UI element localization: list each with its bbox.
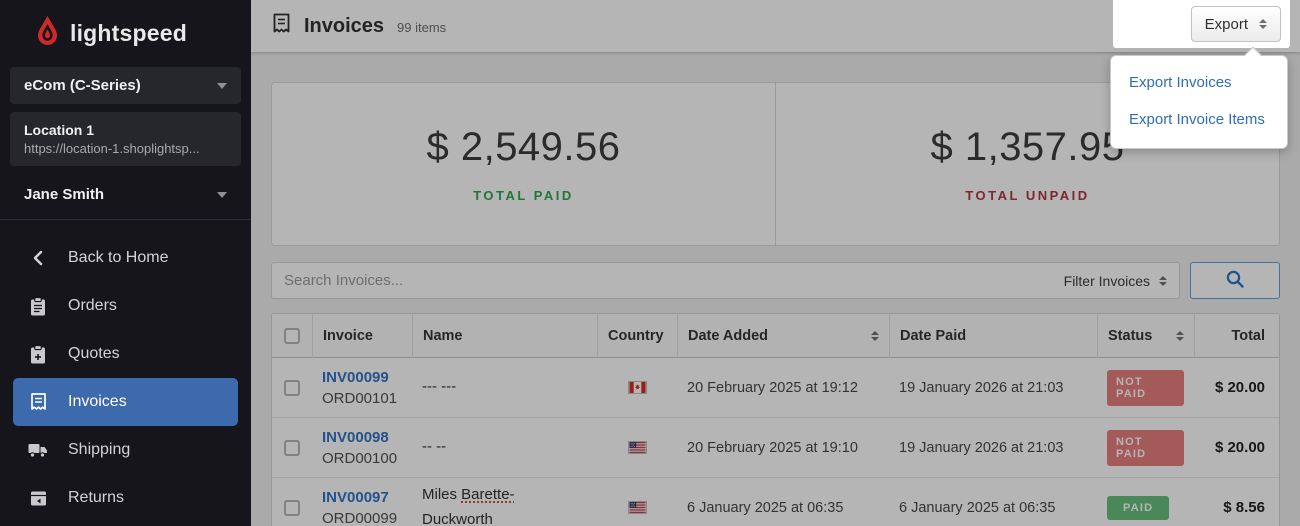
return-box-icon bbox=[28, 490, 48, 507]
nav-label: Quotes bbox=[68, 345, 120, 363]
export-spotlight: Export bbox=[1113, 0, 1290, 48]
nav-label: Invoices bbox=[68, 393, 127, 411]
sidebar-nav: Back to Home Orders bbox=[0, 220, 251, 526]
chevron-down-icon bbox=[217, 192, 227, 198]
sidebar-item-invoices[interactable]: Invoices bbox=[13, 378, 238, 426]
chevron-down-icon bbox=[217, 83, 227, 89]
location-card[interactable]: Location 1 https://location-1.shoplights… bbox=[10, 112, 241, 166]
location-name: Location 1 bbox=[24, 122, 227, 138]
sidebar-item-shipping[interactable]: Shipping bbox=[0, 426, 251, 474]
sidebar-item-quotes[interactable]: Quotes bbox=[0, 330, 251, 378]
chevron-left-icon bbox=[28, 250, 48, 266]
clipboard-plus-icon bbox=[28, 345, 48, 364]
workspace-selector[interactable]: eCom (C-Series) bbox=[10, 67, 241, 104]
nav-label: Back to Home bbox=[68, 249, 168, 267]
nav-label: Orders bbox=[68, 297, 117, 315]
nav-label: Shipping bbox=[68, 441, 130, 459]
workspace-name: eCom (C-Series) bbox=[24, 77, 141, 94]
export-button[interactable]: Export bbox=[1191, 6, 1281, 42]
invoice-icon bbox=[28, 393, 48, 411]
app-window: lightspeed eCom (C-Series) Location 1 ht… bbox=[0, 0, 1300, 526]
logo-wordmark: lightspeed bbox=[70, 20, 187, 47]
menu-item-export-invoice-items[interactable]: Export Invoice Items bbox=[1111, 101, 1287, 138]
nav-label: Returns bbox=[68, 489, 124, 507]
main-area: Invoices 99 items $ 2,549.56 TOTAL PAID … bbox=[251, 0, 1300, 526]
truck-icon bbox=[28, 442, 48, 459]
menu-item-export-invoices[interactable]: Export Invoices bbox=[1111, 64, 1287, 101]
export-button-label: Export bbox=[1205, 16, 1248, 33]
select-arrows-icon bbox=[1259, 19, 1267, 29]
lightspeed-logo: lightspeed bbox=[0, 0, 251, 63]
user-menu[interactable]: Jane Smith bbox=[0, 174, 251, 219]
flame-icon bbox=[34, 16, 61, 51]
export-dropdown-menu: Export Invoices Export Invoice Items bbox=[1110, 55, 1288, 149]
user-name: Jane Smith bbox=[24, 186, 104, 203]
sidebar-item-back-to-home[interactable]: Back to Home bbox=[0, 234, 251, 282]
sidebar-item-orders[interactable]: Orders bbox=[0, 282, 251, 330]
clipboard-icon bbox=[28, 297, 48, 316]
location-url: https://location-1.shoplightsp... bbox=[24, 141, 227, 156]
sidebar-item-returns[interactable]: Returns bbox=[0, 474, 251, 522]
sidebar: lightspeed eCom (C-Series) Location 1 ht… bbox=[0, 0, 251, 526]
